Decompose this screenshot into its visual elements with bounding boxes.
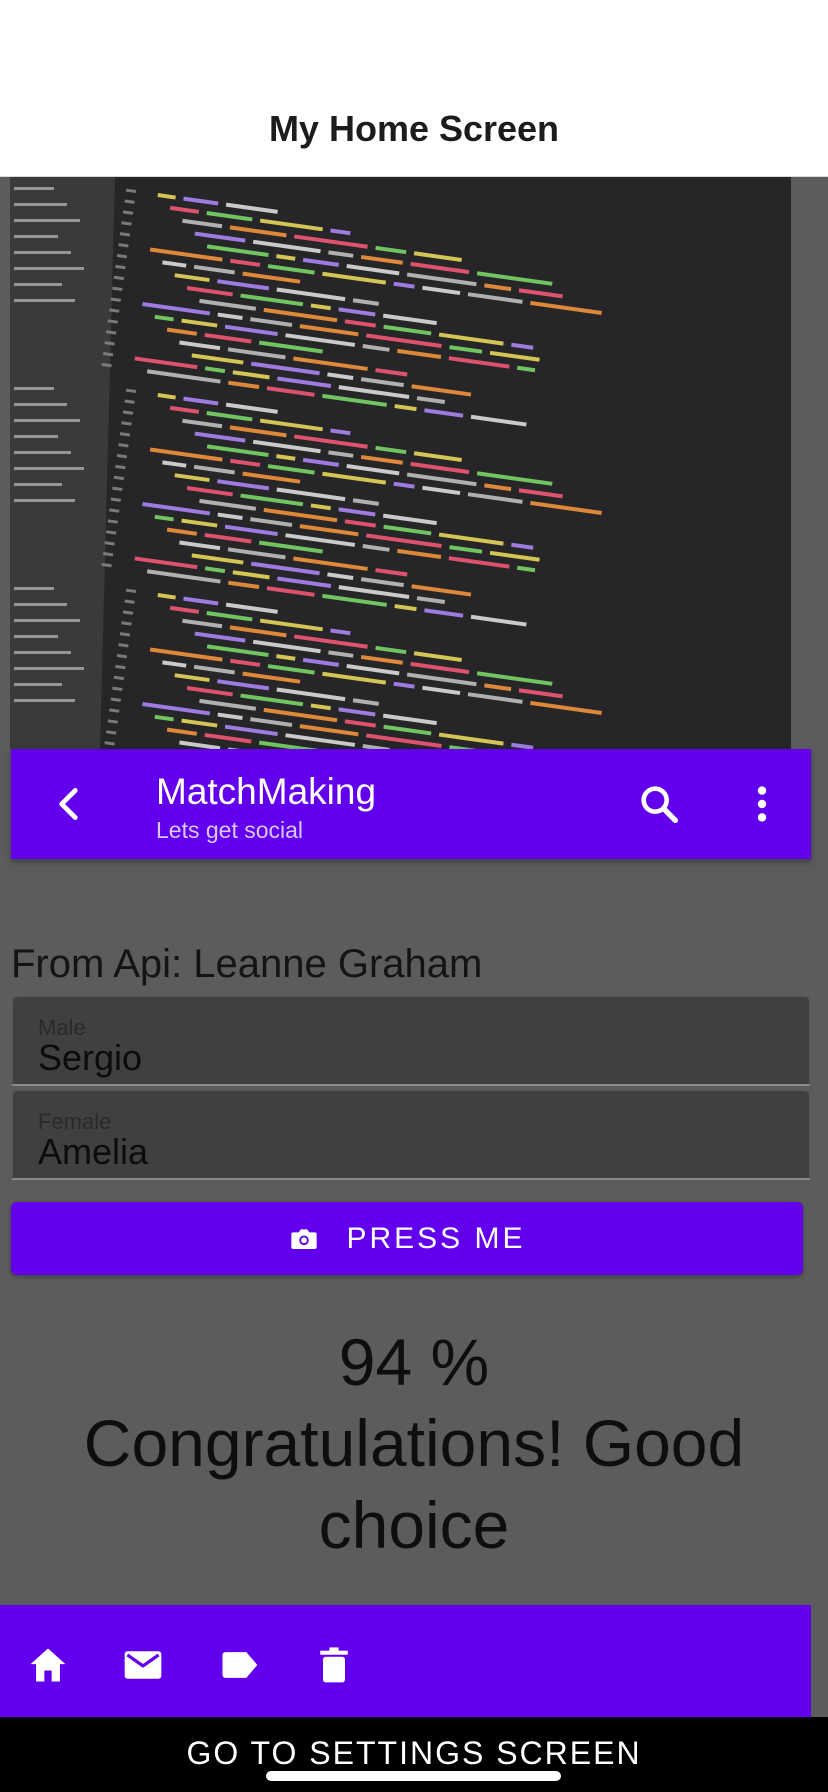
app-bar-titles: MatchMaking Lets get social <box>156 771 376 845</box>
mail-icon[interactable] <box>121 1643 165 1687</box>
bottom-app-bar <box>0 1605 811 1717</box>
match-message: Congratulations! Good choice <box>83 1406 745 1562</box>
match-percent: 94 % <box>338 1325 490 1399</box>
more-vert-icon[interactable] <box>739 781 785 827</box>
label-icon[interactable] <box>217 1643 261 1687</box>
go-to-settings-button[interactable]: GO TO SETTINGS SCREEN <box>0 1735 828 1772</box>
male-input[interactable] <box>38 1037 778 1079</box>
app-bar: MatchMaking Lets get social <box>11 749 811 859</box>
api-result-text: From Api: Leanne Graham <box>11 942 483 986</box>
male-field[interactable]: Male <box>11 995 811 1086</box>
delete-icon[interactable] <box>312 1643 356 1687</box>
camera-icon <box>291 1228 318 1249</box>
female-input[interactable] <box>38 1131 778 1173</box>
code-image-graphic <box>10 177 602 749</box>
home-indicator <box>266 1771 561 1781</box>
navigation-header: My Home Screen <box>0 0 828 177</box>
home-icon[interactable] <box>26 1643 70 1687</box>
press-me-label: PRESS ME <box>346 1221 526 1255</box>
screen-title: My Home Screen <box>268 108 560 149</box>
press-me-button[interactable]: PRESS ME <box>11 1202 803 1275</box>
code-screenshot-image <box>10 177 791 749</box>
female-field[interactable]: Female <box>11 1089 811 1180</box>
footer: GO TO SETTINGS SCREEN <box>0 1717 828 1792</box>
search-icon[interactable] <box>636 781 682 827</box>
screen: My Home Screen MatchMaking Lets get soci… <box>0 0 828 1792</box>
app-bar-subtitle: Lets get social <box>156 817 304 843</box>
app-bar-title: MatchMaking <box>156 771 377 812</box>
chevron-left-icon[interactable] <box>47 782 91 826</box>
